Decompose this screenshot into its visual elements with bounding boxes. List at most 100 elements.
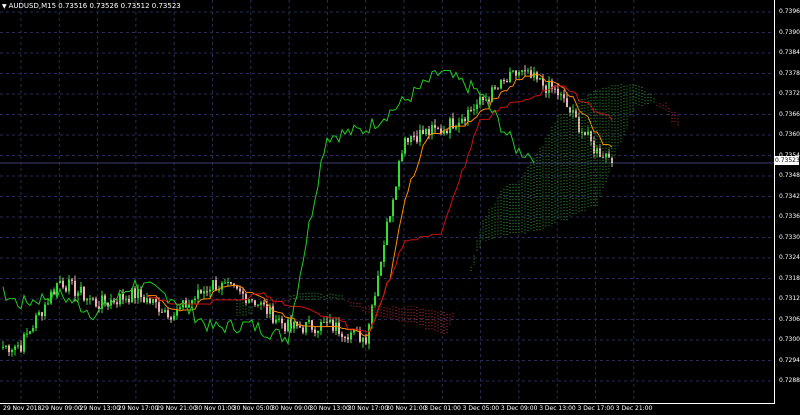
dropdown-triangle-icon[interactable]: ▼: [2, 3, 7, 10]
candle-body: [314, 329, 316, 334]
candle-body: [488, 99, 490, 102]
candle-body: [437, 127, 439, 129]
candle-body: [140, 289, 142, 298]
candle-body: [389, 215, 391, 222]
candle-body: [14, 346, 16, 350]
price-tick-label: 0.73425: [779, 192, 800, 200]
candle-body: [344, 336, 346, 338]
time-tick-label: 30 Nov 17:00: [347, 405, 389, 412]
candle-body: [122, 293, 124, 300]
candle-body: [452, 118, 454, 129]
candle-body: [152, 299, 154, 303]
candle-body: [212, 280, 214, 290]
candle-body: [191, 300, 193, 304]
candle-body: [371, 305, 373, 325]
candle-body: [560, 94, 562, 96]
candle-body: [416, 136, 418, 142]
candle-body: [149, 298, 151, 303]
candle-body: [2, 346, 4, 348]
tenkan-sen-line: [146, 73, 613, 337]
candle-body: [167, 310, 169, 318]
candle-body: [539, 78, 541, 80]
candle-body: [293, 321, 295, 329]
price-tick-label: 0.73725: [779, 90, 800, 97]
candle-body: [194, 298, 196, 301]
time-tick-label: 29 Nov 21:00: [156, 405, 197, 412]
candle-body: [119, 293, 121, 305]
time-tick-label: 29 Nov 17:00: [117, 405, 159, 412]
candle-body: [230, 281, 232, 284]
candle-body: [65, 287, 67, 292]
time-tick-label: 3 Dec 01:00: [424, 405, 461, 412]
candle-body: [341, 333, 343, 337]
candle-body: [221, 282, 223, 290]
candle-body: [308, 320, 310, 323]
candle-body: [518, 71, 520, 76]
candle-body: [377, 275, 379, 297]
candle-body: [548, 80, 550, 93]
candle-body: [200, 290, 202, 294]
candle-body: [515, 70, 517, 76]
candle-body: [428, 129, 430, 135]
candle-body: [332, 319, 334, 331]
candle-body: [11, 349, 13, 353]
price-tick-label: 0.73125: [779, 295, 800, 302]
candle-body: [473, 109, 475, 111]
candle-body: [203, 291, 205, 294]
candle-body: [305, 322, 307, 333]
time-tick-label: 29 Nov 09:00: [41, 405, 82, 412]
candle-body: [272, 305, 274, 323]
candle-body: [410, 135, 412, 143]
symbol-header[interactable]: ▼ AUDUSD,M15 0.73516 0.73526 0.73512 0.73…: [2, 1, 181, 12]
candle-body: [482, 96, 484, 101]
candle-body: [323, 321, 325, 323]
price-chart[interactable]: [0, 0, 800, 415]
price-tick-label: 0.72885: [779, 377, 800, 384]
candle-body: [392, 199, 394, 216]
candle-body: [44, 304, 46, 317]
candle-body: [479, 96, 481, 105]
time-tick-label: 30 Nov 05:00: [232, 405, 274, 412]
candle-body: [527, 70, 529, 72]
candle-body: [380, 261, 382, 276]
candle-body: [281, 318, 283, 324]
candle-body: [329, 319, 331, 323]
candle-body: [161, 311, 163, 313]
chart-window[interactable]: ▼ AUDUSD,M15 0.73516 0.73526 0.73512 0.73…: [0, 0, 800, 415]
candle-body: [56, 283, 58, 295]
candle-body: [164, 310, 166, 313]
time-tick-label: 29 Nov 2018: [3, 405, 42, 412]
time-tick-label: 3 Dec 05:00: [462, 405, 500, 412]
candle-body: [506, 81, 508, 83]
candle-body: [374, 296, 376, 306]
candle-body: [170, 317, 172, 320]
candle-body: [224, 282, 226, 284]
candle-body: [62, 280, 64, 288]
candle-body: [68, 279, 70, 292]
candle-body: [464, 118, 466, 121]
candle-body: [257, 304, 259, 306]
time-tick-label: 3 Dec 17:00: [577, 405, 615, 412]
candle-body: [524, 70, 526, 72]
candle-body: [146, 298, 148, 303]
candle-body: [347, 337, 349, 340]
time-tick-label: 3 Dec 13:00: [539, 405, 576, 412]
candle-body: [407, 138, 409, 143]
candle-body: [419, 129, 421, 142]
price-tick-label: 0.73365: [779, 213, 800, 220]
candle-body: [365, 337, 367, 344]
candle-body: [383, 245, 385, 262]
candle-body: [158, 302, 160, 312]
candle-body: [74, 280, 76, 296]
candle-body: [95, 298, 97, 307]
candle-body: [32, 328, 34, 332]
candle-body: [599, 148, 601, 157]
price-tick-label: 0.73905: [779, 28, 800, 36]
candle-body: [59, 280, 61, 284]
candle-body: [449, 118, 451, 134]
candle-body: [434, 125, 436, 128]
candle-body: [476, 104, 478, 110]
price-tick-label: 0.73185: [779, 274, 800, 282]
time-tick-label: 30 Nov 21:00: [386, 405, 427, 412]
candle-body: [278, 318, 280, 320]
